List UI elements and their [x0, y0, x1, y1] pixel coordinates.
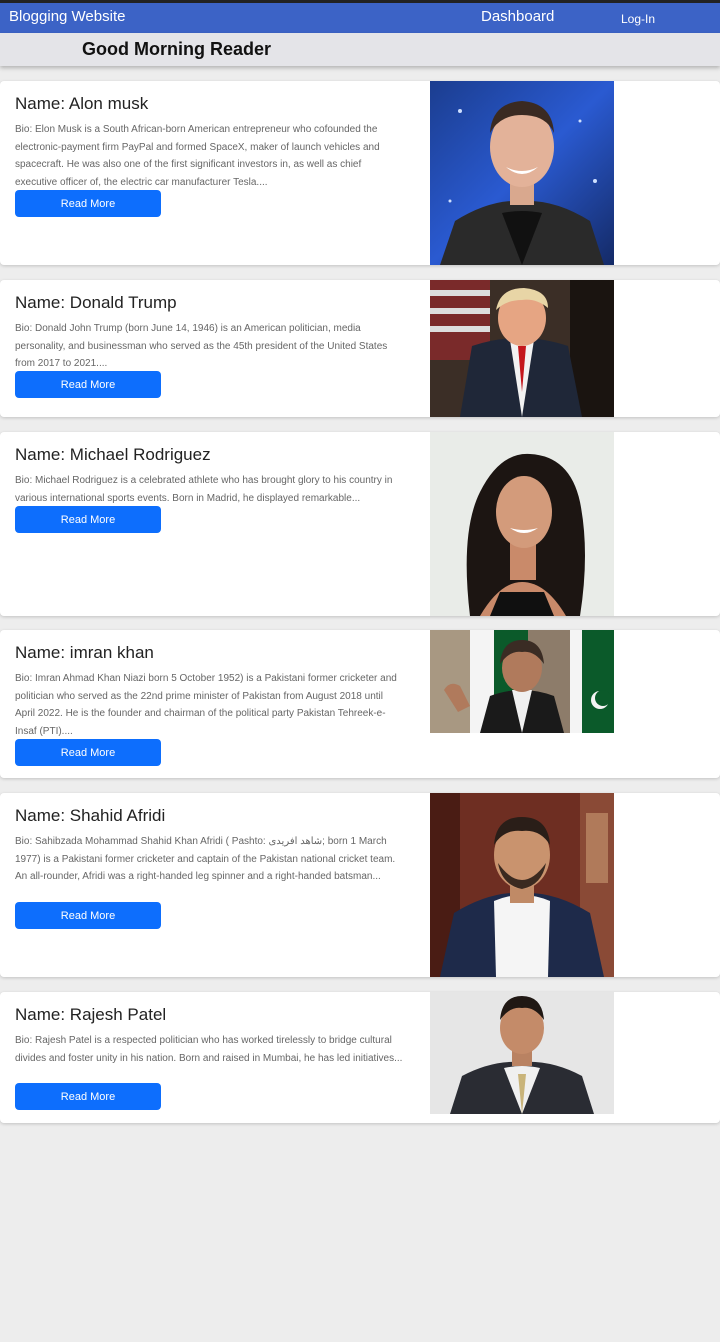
- profile-photo: [430, 630, 614, 733]
- profile-name: Name: Michael Rodriguez: [15, 445, 211, 464]
- nav-dashboard-link[interactable]: Dashboard: [481, 8, 554, 25]
- greeting-bar: Good Morning Reader: [0, 33, 720, 66]
- read-more-button[interactable]: Read More: [15, 190, 161, 217]
- profile-photo: [430, 793, 614, 977]
- profile-card: Name: Alon musk Bio: Elon Musk is a Sout…: [0, 81, 720, 265]
- profile-photo: [430, 280, 614, 417]
- profile-name: Name: Shahid Afridi: [15, 806, 166, 825]
- read-more-button[interactable]: Read More: [15, 739, 161, 766]
- profile-bio: Bio: Elon Musk is a South African-born A…: [15, 124, 380, 188]
- profile-name: Name: imran khan: [15, 643, 154, 662]
- profile-card: Name: Rajesh Patel Bio: Rajesh Patel is …: [0, 992, 720, 1123]
- profile-name: Name: Alon musk: [15, 94, 149, 113]
- read-more-button[interactable]: Read More: [15, 902, 161, 929]
- navbar: Blogging Website Dashboard Log-In: [0, 0, 720, 33]
- profile-name: Name: Rajesh Patel: [15, 1005, 167, 1024]
- profile-name: Name: Donald Trump: [15, 293, 177, 312]
- profile-bio: Bio: Sahibzada Mohammad Shahid Khan Afri…: [15, 836, 396, 883]
- profile-bio: Bio: Donald John Trump (born June 14, 19…: [15, 323, 388, 370]
- profile-card: Name: Donald Trump Bio: Donald John Trum…: [0, 280, 720, 417]
- profile-photo: [430, 432, 614, 616]
- profile-photo: [430, 992, 614, 1114]
- brand-title[interactable]: Blogging Website: [9, 8, 125, 25]
- nav-login-link[interactable]: Log-In: [621, 12, 655, 26]
- profile-photo: [430, 81, 614, 265]
- page-greeting: Good Morning Reader: [82, 39, 271, 59]
- profile-card: Name: Shahid Afridi Bio: Sahibzada Moham…: [0, 793, 720, 977]
- read-more-button[interactable]: Read More: [15, 371, 161, 398]
- profile-card: Name: imran khan Bio: Imran Ahmad Khan N…: [0, 630, 720, 778]
- profile-card: Name: Michael Rodriguez Bio: Michael Rod…: [0, 432, 720, 616]
- profile-bio: Bio: Rajesh Patel is a respected politic…: [15, 1035, 403, 1064]
- read-more-button[interactable]: Read More: [15, 1083, 161, 1110]
- read-more-button[interactable]: Read More: [15, 506, 161, 533]
- profile-bio: Bio: Imran Ahmad Khan Niazi born 5 Octob…: [15, 673, 397, 737]
- profile-bio: Bio: Michael Rodriguez is a celebrated a…: [15, 475, 393, 504]
